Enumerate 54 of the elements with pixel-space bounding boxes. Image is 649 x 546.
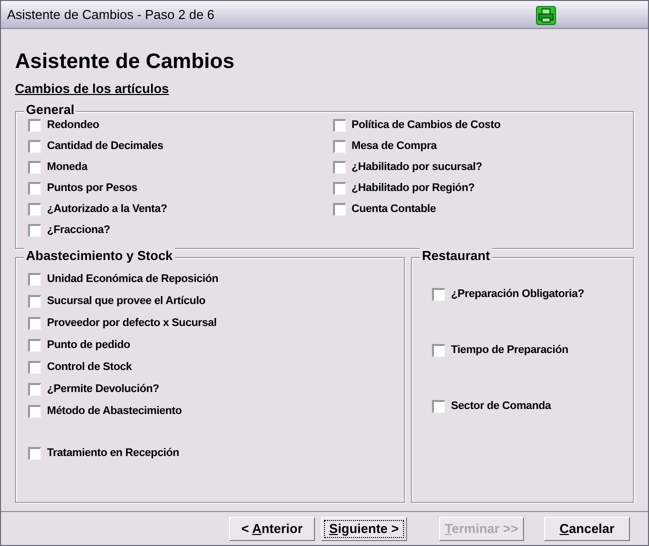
checkbox-label: ¿Fracciona? [47, 224, 110, 236]
checkbox-label: Tratamiento en Recepción [47, 446, 180, 460]
checkbox[interactable] [332, 160, 346, 174]
checkbox-label: ¿Habilitado por Región? [352, 182, 475, 194]
checkbox-label: ¿Preparación Obligatoria? [451, 288, 584, 300]
checkbox-label: Moneda [47, 160, 88, 174]
checkbox-label: Mesa de Compra [352, 140, 437, 152]
checkbox-label: Punto de pedido [47, 338, 130, 352]
checkbox[interactable] [28, 160, 41, 174]
checkbox-label: Unidad Económica de Reposición [47, 272, 218, 286]
checkbox-label: Sector de Comanda [451, 400, 551, 412]
wizard-button[interactable]: < Anterior [229, 517, 315, 541]
checkbox-label: Redondeo [47, 118, 100, 132]
checkbox[interactable] [28, 272, 41, 286]
checkbox[interactable] [332, 118, 346, 132]
group-title: General [24, 102, 76, 118]
checkbox[interactable] [332, 182, 346, 194]
checkbox-label: ¿Permite Devolución? [47, 382, 160, 396]
checkbox[interactable] [28, 446, 41, 460]
checkbox-label: Tiempo de Preparación [451, 344, 568, 356]
checkbox-label: Cuenta Contable [352, 202, 436, 216]
checkbox-label: Sucursal que provee el Artículo [47, 294, 206, 308]
checkbox[interactable] [28, 118, 41, 132]
checkbox-label: ¿Autorizado a la Venta? [47, 202, 168, 216]
group-title: Restaurant [420, 248, 492, 264]
checkbox-label: Proveedor por defecto x Sucursal [47, 316, 217, 330]
checkbox-label: Puntos por Pesos [47, 182, 138, 194]
checkbox[interactable] [332, 140, 346, 152]
checkbox[interactable] [28, 382, 41, 396]
checkbox[interactable] [432, 288, 445, 300]
checkbox[interactable] [332, 202, 346, 216]
wizard-button[interactable]: Siguiente > [321, 517, 407, 541]
section-title: Cambios de los artículos [15, 80, 169, 98]
checkbox-label: Cantidad de Decimales [47, 140, 164, 152]
checkbox[interactable] [28, 224, 41, 236]
wizard-button[interactable]: Cancelar [544, 517, 630, 541]
checkbox-label: Método de Abastecimiento [47, 404, 182, 418]
checkbox-label: Política de Cambios de Costo [352, 118, 501, 132]
checkbox[interactable] [28, 404, 41, 418]
page-heading: Asistente de Cambios [15, 49, 236, 75]
checkbox[interactable] [28, 140, 41, 152]
window-title: Asistente de Cambios - Paso 2 de 6 [7, 6, 214, 24]
checkbox[interactable] [28, 360, 41, 374]
checkbox[interactable] [28, 338, 41, 352]
checkbox[interactable] [432, 344, 445, 356]
checkbox-label: Control de Stock [47, 360, 132, 374]
checkbox[interactable] [28, 182, 41, 194]
checkbox[interactable] [28, 294, 41, 308]
checkbox-label: ¿Habilitado por sucursal? [352, 160, 482, 174]
printer-icon[interactable] [536, 6, 556, 25]
checkbox[interactable] [432, 400, 445, 412]
checkbox[interactable] [28, 202, 41, 216]
group-title: Abastecimiento y Stock [24, 248, 175, 264]
checkbox[interactable] [28, 316, 41, 330]
